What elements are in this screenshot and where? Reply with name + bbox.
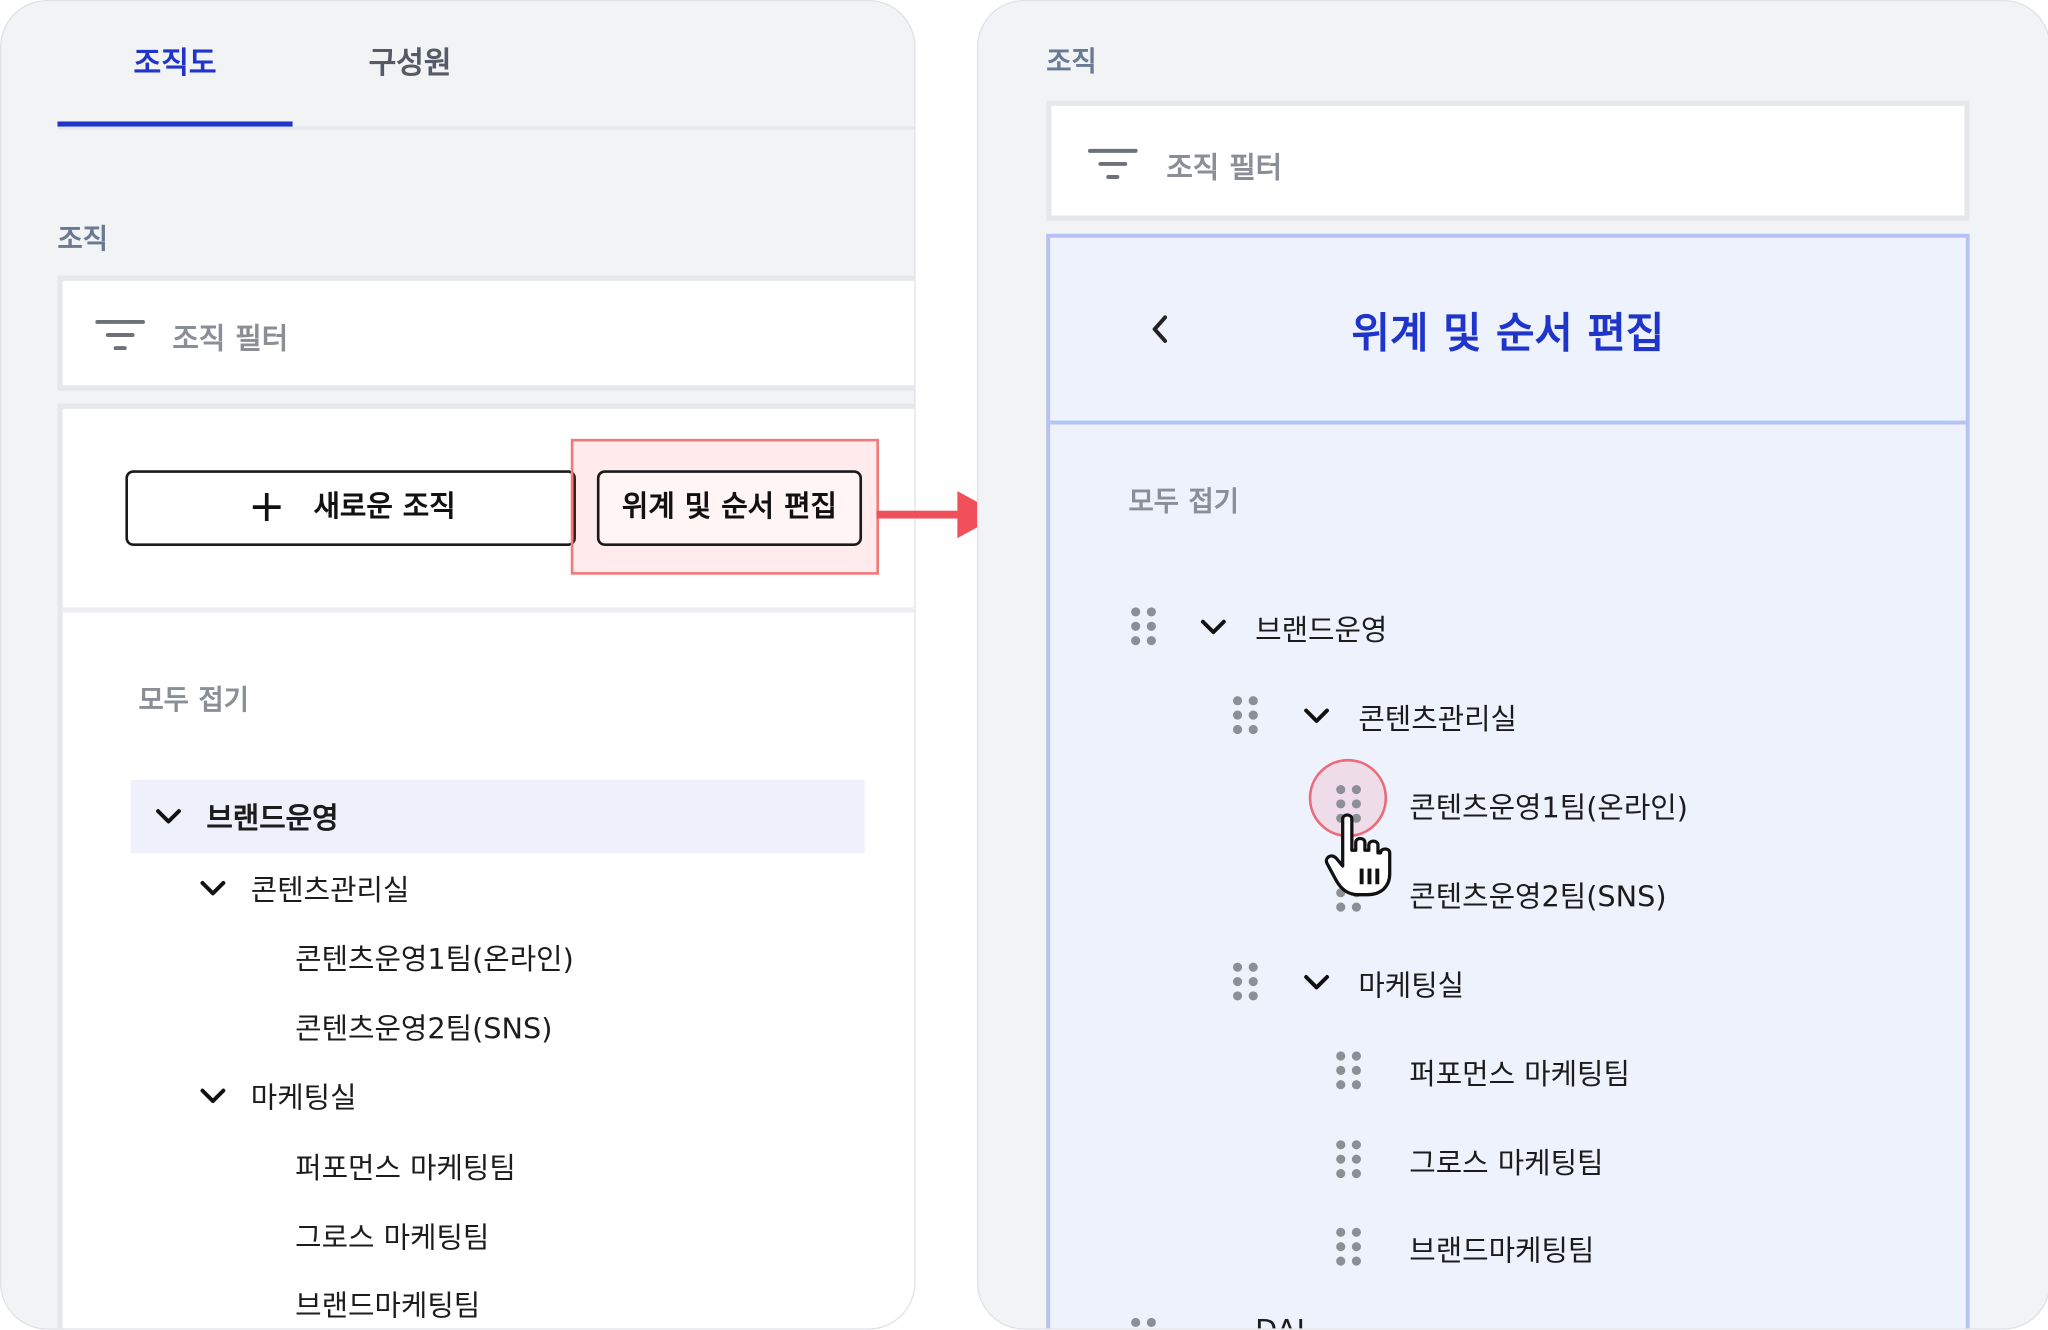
- hand-cursor-icon: [1324, 813, 1392, 897]
- chevron-down-icon[interactable]: [1302, 701, 1331, 730]
- tab-members[interactable]: 구성원: [293, 40, 528, 87]
- tab-org-chart[interactable]: 조직도: [57, 40, 292, 87]
- tree-item-marketing[interactable]: 마케팅실: [1358, 963, 1464, 1005]
- chevron-down-icon[interactable]: [1199, 613, 1228, 642]
- edit-header: 위계 및 순서 편집: [1050, 238, 1966, 425]
- divider: [62, 607, 915, 613]
- chevron-down-icon[interactable]: [154, 802, 183, 831]
- tree-item-growth-marketing[interactable]: 그로스 마케팅팀: [295, 1215, 489, 1257]
- tree-item-content-mgmt[interactable]: 콘텐츠관리실: [251, 867, 410, 909]
- tree-item-performance-marketing[interactable]: 퍼포먼스 마케팅팀: [295, 1145, 516, 1187]
- drag-handle-icon[interactable]: [1232, 962, 1259, 1002]
- collapse-all-button[interactable]: 모두 접기: [138, 679, 248, 718]
- org-filter-input[interactable]: 조직 필터: [1046, 100, 1970, 221]
- tree-item-dai[interactable]: DAI: [1255, 1315, 1305, 1328]
- tree-item-brand-marketing[interactable]: 브랜드마케팅팀: [1409, 1228, 1594, 1270]
- tree-item-content-mgmt[interactable]: 콘텐츠관리실: [1358, 696, 1517, 738]
- chevron-down-icon[interactable]: [1302, 968, 1331, 997]
- tree-item-growth-marketing[interactable]: 그로스 마케팅팀: [1409, 1140, 1603, 1182]
- tab-bar: 조직도 구성원: [1, 1, 915, 130]
- tree-item-marketing[interactable]: 마케팅실: [251, 1075, 357, 1117]
- chevron-down-icon[interactable]: [199, 874, 228, 903]
- filter-icon: [95, 315, 147, 354]
- comparison-stage: 조직도 구성원 조직 조직 필터 + 새로운 조직 위계 및 순서 편집 모두 …: [0, 0, 2048, 1330]
- drag-handle-icon[interactable]: [1336, 1051, 1362, 1090]
- section-label: 조직: [57, 223, 108, 255]
- collapse-all-button[interactable]: 모두 접기: [1128, 481, 1238, 520]
- tree-item-content-team-2[interactable]: 콘텐츠운영2팀(SNS): [295, 1006, 552, 1048]
- tab-divider: [57, 126, 915, 130]
- edit-hierarchy-panel: 조직 조직 필터 위계 및 순서 편집 모두 접기 브랜드운영 콘텐츠관리실 콘…: [976, 0, 2048, 1330]
- org-chart-panel: 조직도 구성원 조직 조직 필터 + 새로운 조직 위계 및 순서 편집 모두 …: [0, 0, 916, 1330]
- tree-item-content-team-2[interactable]: 콘텐츠운영2팀(SNS): [1409, 874, 1666, 916]
- chevron-down-icon[interactable]: [199, 1081, 228, 1110]
- tree-item-content-team-1[interactable]: 콘텐츠운영1팀(온라인): [1409, 785, 1688, 827]
- filter-icon: [1087, 144, 1140, 183]
- org-filter-input[interactable]: 조직 필터: [57, 275, 915, 391]
- edit-title: 위계 및 순서 편집: [1351, 308, 1665, 358]
- drag-handle-icon[interactable]: [1131, 607, 1157, 646]
- filter-placeholder: 조직 필터: [1166, 152, 1283, 186]
- edit-hierarchy-button[interactable]: 위계 및 순서 편집: [596, 470, 863, 546]
- new-org-label: 새로운 조직: [313, 491, 456, 524]
- filter-placeholder: 조직 필터: [172, 323, 289, 357]
- edit-mode-container: 위계 및 순서 편집 모두 접기 브랜드운영 콘텐츠관리실 콘텐츠운영1팀(온라…: [1046, 233, 1970, 1329]
- section-label: 조직: [1046, 45, 1097, 78]
- tree-item-brand-ops[interactable]: 브랜드운영: [1255, 607, 1387, 649]
- tree-item-brand-ops[interactable]: 브랜드운영: [206, 795, 338, 837]
- tree-item-brand-marketing[interactable]: 브랜드마케팅팀: [295, 1283, 480, 1325]
- new-org-button[interactable]: + 새로운 조직: [125, 470, 576, 546]
- edit-tree: 모두 접기 브랜드운영 콘텐츠관리실 콘텐츠운영1팀(온라인) 콘텐츠운영2팀(…: [1050, 424, 1966, 1328]
- plus-icon: +: [248, 480, 286, 533]
- org-tree-container: + 새로운 조직 위계 및 순서 편집 모두 접기 브랜드운영 콘텐츠관리실 콘…: [57, 403, 915, 1329]
- drag-handle-icon[interactable]: [1336, 1227, 1362, 1267]
- tree-item-content-team-1[interactable]: 콘텐츠운영1팀(온라인): [295, 936, 574, 978]
- tree-item-performance-marketing[interactable]: 퍼포먼스 마케팅팀: [1409, 1051, 1630, 1093]
- drag-handle-icon[interactable]: [1336, 1140, 1362, 1179]
- drag-handle-icon[interactable]: [1232, 696, 1259, 735]
